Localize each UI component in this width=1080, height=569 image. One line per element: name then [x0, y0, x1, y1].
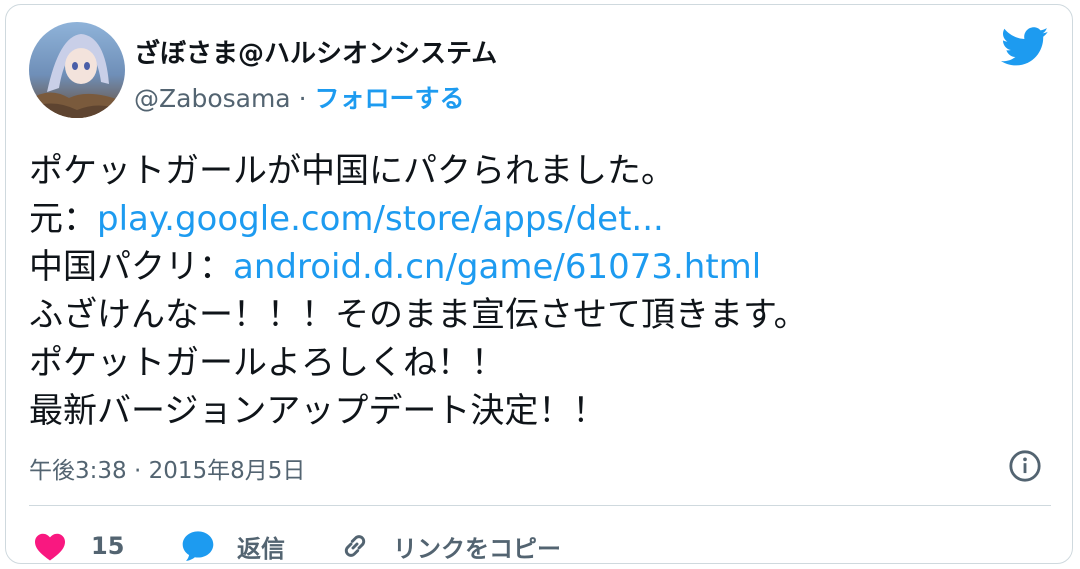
- tweet-line: ポケットガールよろしくね！！: [29, 343, 505, 383]
- like-count: 15: [91, 532, 125, 560]
- copy-link-button[interactable]: リンクをコピー: [339, 526, 561, 566]
- display-name[interactable]: ざぼさま@ハルシオンシステム: [134, 33, 497, 70]
- reply-bubble-icon: [182, 531, 214, 561]
- heart-icon: [35, 533, 65, 561]
- user-handle[interactable]: @Zabosama: [134, 84, 291, 113]
- tweet-line: 中国パクリ：android.d.cn/game/61073.html: [29, 243, 1049, 291]
- tweet-card: ざぼさま@ハルシオンシステム @Zabosama · フォローする ポケットガー…: [5, 4, 1073, 564]
- copy-link-label: リンクをコピー: [393, 534, 561, 563]
- follow-button[interactable]: フォローする: [314, 84, 464, 113]
- action-bar: 15 返信 リンクをコピー: [29, 526, 1049, 566]
- handle-line: @Zabosama · フォローする: [134, 79, 465, 115]
- copy-label: 中国パクリ：: [29, 247, 233, 287]
- info-icon[interactable]: [1008, 449, 1042, 483]
- tweet-line: 最新バージョンアップデート決定！！: [29, 391, 607, 431]
- tweet-text: ポケットガールが中国にパクられました。 元：play.google.com/st…: [29, 147, 1049, 435]
- reply-button[interactable]: 返信: [181, 526, 285, 566]
- tweet-timestamp[interactable]: 午後3:38 · 2015年8月5日: [29, 451, 305, 485]
- tweet-line: 元：play.google.com/store/apps/det...: [29, 195, 1049, 243]
- source-link[interactable]: play.google.com/store/apps/det...: [97, 199, 664, 239]
- tweet-time: 午後3:38: [29, 458, 127, 484]
- handle-separator: ·: [290, 84, 315, 113]
- tweet-date: 2015年8月5日: [148, 458, 306, 484]
- twitter-bird-icon[interactable]: [1001, 27, 1049, 67]
- tweet-line: ふざけんなー！！！そのまま宣伝させて頂きます。: [29, 295, 808, 335]
- tweet-line: ポケットガールが中国にパクられました。: [29, 151, 675, 191]
- source-label: 元：: [29, 199, 97, 239]
- meta-separator: ·: [126, 458, 149, 484]
- copy-link[interactable]: android.d.cn/game/61073.html: [233, 247, 761, 287]
- divider: [29, 505, 1051, 506]
- reply-label: 返信: [237, 534, 285, 563]
- link-icon: [344, 535, 366, 557]
- avatar[interactable]: [29, 22, 125, 118]
- like-button[interactable]: 15: [33, 526, 124, 566]
